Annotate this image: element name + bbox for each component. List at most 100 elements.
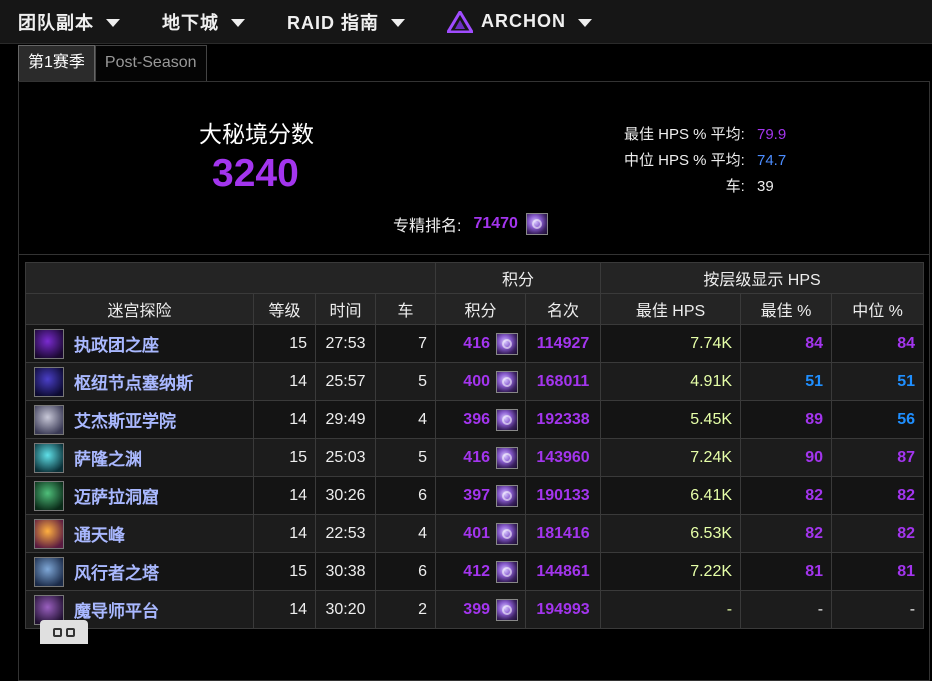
median-hps-value: 74.7 [757,152,787,169]
dungeon-icon [34,480,64,511]
score-value: 416 [463,448,490,466]
nav-archon-label: ARCHON [481,11,566,31]
spec-icon [496,446,518,469]
time-cell: 25:03 [315,438,376,477]
col-dungeon[interactable]: 迷宫探险 [25,293,254,325]
runs-cell: 5 [375,362,436,401]
tab-post-season[interactable]: Post-Season [94,45,207,81]
square-icon [53,627,62,637]
dungeon-name[interactable]: 艾杰斯亚学院 [74,407,176,432]
dungeon-name[interactable]: 风行者之塔 [74,559,159,584]
median-hps-label: 中位 HPS % 平均: [623,152,745,169]
dungeon-icon [34,404,64,435]
season-panel: 大秘境分数 3240 最佳 HPS % 平均: 79.9 中位 HPS % 平均… [18,81,930,681]
score-value: 412 [463,562,490,580]
col-rank[interactable]: 名次 [524,293,602,325]
dungeon-name[interactable]: 执政团之座 [74,331,159,356]
col-median-pct[interactable]: 中位 % [831,293,925,325]
time-cell: 25:57 [315,362,376,401]
spec-rank-value[interactable]: 71470 [473,215,518,233]
table-row[interactable]: 执政团之座 15 27:53 7 416 114927 7.74K 84 84 [25,324,925,363]
dungeon-cell: 风行者之塔 [25,552,254,591]
best-pct-cell: - [740,590,833,629]
dungeon-cell: 枢纽节点塞纳斯 [25,362,254,401]
runs-cell: 6 [375,552,436,591]
layout-toggle-button[interactable] [40,620,88,644]
score-value: 401 [463,524,490,542]
dungeon-name[interactable]: 枢纽节点塞纳斯 [74,369,193,394]
group-header-hps: 按层级显示 HPS [600,262,925,294]
spec-rank-label: 专精排名: [393,218,462,235]
dungeon-name[interactable]: 魔导师平台 [74,597,159,622]
rank-cell[interactable]: 168011 [524,362,602,401]
median-pct-cell: - [831,590,925,629]
median-pct-cell: 51 [831,362,925,401]
level-cell: 15 [253,324,316,363]
best-pct-cell: 90 [740,438,833,477]
best-pct-cell: 82 [740,514,833,553]
rank-cell[interactable]: 144861 [524,552,602,591]
nav-archon[interactable]: ARCHON [447,10,592,33]
dungeon-name[interactable]: 迈萨拉洞窟 [74,483,159,508]
dungeon-cell: 执政团之座 [25,324,254,363]
nav-raid-guide[interactable]: RAID 指南 [287,9,405,35]
score-value: 400 [463,372,490,390]
best-pct-cell: 51 [740,362,833,401]
level-cell: 15 [253,552,316,591]
table-row[interactable]: 迈萨拉洞窟 14 30:26 6 397 190133 6.41K 82 82 [25,476,925,515]
col-level[interactable]: 等级 [253,293,316,325]
rank-cell[interactable]: 192338 [524,400,602,439]
col-score[interactable]: 积分 [435,293,526,325]
score-summary: 大秘境分数 3240 最佳 HPS % 平均: 79.9 中位 HPS % 平均… [19,82,929,255]
runs-value: 39 [757,178,774,195]
dungeon-rows: 执政团之座 15 27:53 7 416 114927 7.74K 84 84 枢纽节点塞纳斯 14… [25,324,925,629]
dungeon-table: 积分 按层级显示 HPS 迷宫探险 等级 时间 车 积分 名次 最佳 HPS 最… [25,262,925,629]
col-runs[interactable]: 车 [375,293,436,325]
time-cell: 29:49 [315,400,376,439]
group-header-row: 积分 按层级显示 HPS [25,262,925,294]
best-hps-value: 79.9 [757,126,787,143]
score-cell: 397 [435,476,526,515]
col-best-pct[interactable]: 最佳 % [740,293,833,325]
best-hps-cell: 7.74K [600,324,742,363]
tab-season-1[interactable]: 第1赛季 [18,45,95,81]
score-title: 大秘境分数 [199,121,314,147]
best-hps-cell: 6.53K [600,514,742,553]
runs-label: 车: [725,178,745,195]
spec-icon [525,213,548,235]
spec-icon [496,332,518,355]
rank-cell[interactable]: 181416 [524,514,602,553]
nav-raids[interactable]: 团队副本 [18,9,120,35]
dungeon-icon [34,366,64,397]
spec-icon [496,484,518,507]
table-row[interactable]: 艾杰斯亚学院 14 29:49 4 396 192338 5.45K 89 56 [25,400,925,439]
dungeon-name[interactable]: 萨隆之渊 [74,445,142,470]
season-tabs: 第1赛季 Post-Season [18,45,207,81]
table-row[interactable]: 风行者之塔 15 30:38 6 412 144861 7.22K 81 81 [25,552,925,591]
score-cell: 416 [435,438,526,477]
score-value: 3240 [212,152,299,195]
best-pct-cell: 81 [740,552,833,591]
square-icon [66,627,75,637]
table-row[interactable]: 通天峰 14 22:53 4 401 181416 6.53K 82 82 [25,514,925,553]
table-row[interactable]: 枢纽节点塞纳斯 14 25:57 5 400 168011 4.91K 51 51 [25,362,925,401]
runs-cell: 4 [375,400,436,439]
time-cell: 30:26 [315,476,376,515]
score-cell: 401 [435,514,526,553]
nav-dungeons[interactable]: 地下城 [162,9,245,35]
rank-cell[interactable]: 190133 [524,476,602,515]
col-time[interactable]: 时间 [315,293,376,325]
best-hps-cell: 6.41K [600,476,742,515]
rank-cell[interactable]: 114927 [524,324,602,363]
best-pct-cell: 82 [740,476,833,515]
table-row[interactable]: 魔导师平台 14 30:20 2 399 194993- - - [25,590,925,629]
dungeon-name[interactable]: 通天峰 [74,521,125,546]
level-cell: 14 [253,514,316,553]
rank-cell[interactable]: 194993 [524,590,602,629]
hps-stats: 最佳 HPS % 平均: 79.9 中位 HPS % 平均: 74.7 车: 3… [624,122,789,200]
spec-icon [496,408,518,431]
table-row[interactable]: 萨隆之渊 15 25:03 5 416 143960 7.24K 90 87 [25,438,925,477]
rank-cell[interactable]: 143960 [524,438,602,477]
best-hps-cell: 7.24K [600,438,742,477]
col-best-hps[interactable]: 最佳 HPS [600,293,742,325]
